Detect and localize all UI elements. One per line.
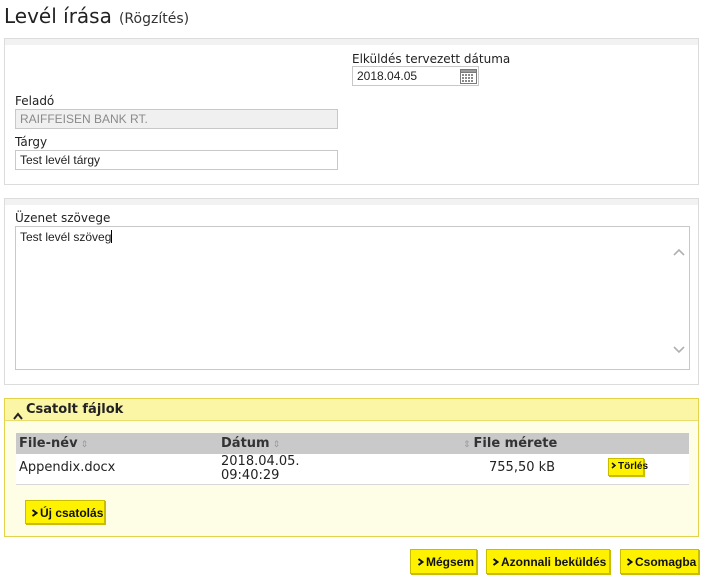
table-row: Appendix.docx 2018.04.05. 09:40:29 755,5… — [16, 454, 689, 485]
body-textarea[interactable]: Test levél szöveg — [15, 226, 690, 370]
send-now-button[interactable]: Azonnali beküldés — [486, 549, 610, 574]
attachments-header[interactable]: Csatolt fájlok — [5, 399, 698, 421]
subject-input[interactable]: Test levél tárgy — [15, 150, 338, 170]
message-body-panel: Üzenet szövege Test levél szöveg — [4, 198, 699, 385]
sort-icon[interactable]: ⇕ — [273, 440, 281, 450]
chevron-right-icon — [626, 558, 633, 566]
subject-label: Tárgy — [15, 135, 48, 149]
new-attachment-button[interactable]: Új csatolás — [25, 500, 105, 524]
page-title-bar: Levél írása (Rögzítés) — [4, 4, 189, 28]
chevron-right-icon — [417, 558, 424, 566]
cancel-button[interactable]: Mégsem — [410, 549, 477, 574]
caret-up-icon[interactable] — [13, 405, 23, 420]
attachments-table-header: File-név ⇕ Dátum ⇕ ⇕ File mérete — [16, 433, 689, 454]
panel-topbar — [5, 199, 698, 205]
text-caret — [111, 230, 113, 243]
chevron-right-icon — [31, 509, 38, 517]
column-header-size[interactable]: ⇕ File mérete — [463, 436, 557, 451]
attachment-date: 2018.04.05. 09:40:29 — [221, 454, 300, 483]
attachment-size: 755,50 kB — [489, 460, 556, 475]
attachment-filename[interactable]: Appendix.docx — [19, 460, 115, 475]
delete-attachment-button[interactable]: Törlés — [608, 458, 648, 476]
attachments-panel: Csatolt fájlok File-név ⇕ Dátum ⇕ ⇕ File mé… — [4, 398, 699, 537]
scroll-down-icon[interactable] — [673, 343, 685, 354]
page-title: Levél írása — [4, 4, 112, 28]
chevron-right-icon — [611, 462, 616, 469]
panel-topbar — [5, 39, 698, 45]
attachments-title: Csatolt fájlok — [26, 402, 124, 417]
message-header-panel: Elküldés tervezett dátuma 2018.04.05 Fel… — [4, 38, 699, 185]
column-header-filename[interactable]: File-név ⇕ — [19, 436, 88, 451]
body-text: Test levél szöveg — [20, 230, 112, 244]
package-button[interactable]: Csomagba — [620, 549, 699, 574]
scroll-up-icon[interactable] — [673, 245, 685, 256]
sender-field: RAIFFEISEN BANK RT. — [15, 109, 338, 129]
sort-icon[interactable]: ⇕ — [463, 440, 471, 450]
sort-icon[interactable]: ⇕ — [81, 440, 89, 450]
send-date-input[interactable]: 2018.04.05 — [352, 66, 479, 86]
chevron-right-icon — [492, 558, 499, 566]
send-date-label: Elküldés tervezett dátuma — [352, 52, 511, 66]
column-header-date[interactable]: Dátum ⇕ — [221, 436, 280, 451]
sender-label: Feladó — [15, 94, 55, 108]
send-date-value: 2018.04.05 — [357, 69, 418, 83]
body-label: Üzenet szövege — [15, 211, 111, 225]
page-subtitle: (Rögzítés) — [118, 11, 190, 27]
calendar-icon[interactable] — [460, 68, 477, 84]
